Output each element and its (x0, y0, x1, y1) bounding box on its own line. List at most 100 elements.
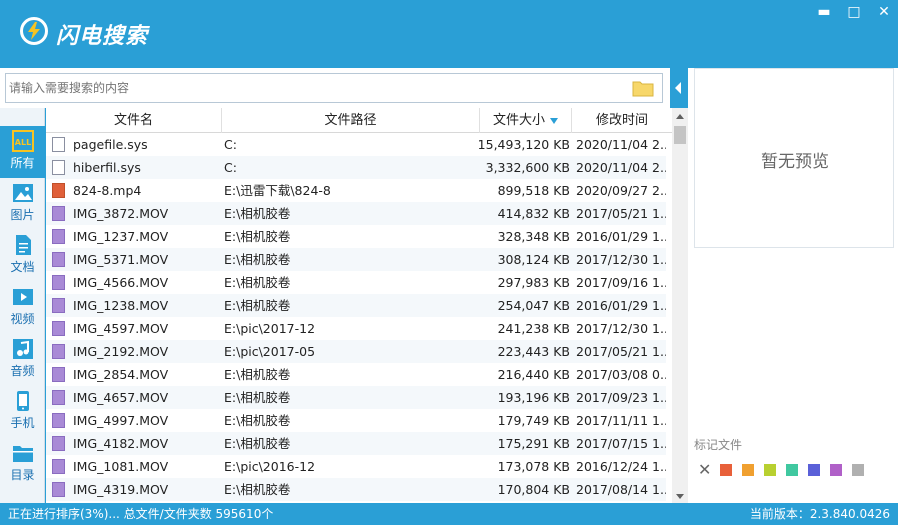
sort-descending-icon (550, 117, 558, 124)
sidebar-item-images[interactable]: 图片 (0, 178, 45, 230)
file-path-cell: E:\pic\2017-05 (224, 344, 316, 359)
file-name-cell: 824-8.mp4 (73, 183, 142, 198)
mov-file-icon (52, 321, 65, 336)
file-path-cell: C: (224, 160, 237, 175)
file-date-cell: 2017/11/11 1... (576, 413, 666, 428)
mov-file-icon (52, 390, 65, 405)
table-row[interactable]: pagefile.sys C: 15,493,120 KB 2020/11/04 2.… (46, 133, 666, 156)
window-controls: ▬ □ ✕ (816, 4, 892, 20)
file-date-cell: 2017/03/08 0... (576, 367, 666, 382)
column-header-size[interactable]: 文件大小 (480, 108, 572, 133)
file-size-cell: 297,983 KB (497, 275, 570, 290)
file-size-cell: 223,443 KB (497, 344, 570, 359)
sidebar-item-audio[interactable]: 音频 (0, 334, 45, 386)
close-button[interactable]: ✕ (876, 4, 892, 20)
file-date-cell: 2017/12/30 1... (576, 321, 666, 336)
mov-file-icon (52, 459, 65, 474)
sidebar-label: 图片 (10, 208, 35, 222)
mov-file-icon (52, 413, 65, 428)
file-name-cell: IMG_5371.MOV (73, 252, 169, 267)
clear-mark-icon[interactable]: ✕ (698, 462, 711, 478)
search-bar (0, 68, 670, 108)
mark-color-swatch[interactable] (720, 464, 732, 476)
sidebar-item-documents[interactable]: 文档 (0, 230, 45, 282)
scroll-thumb[interactable] (674, 126, 686, 144)
mark-color-swatch[interactable] (742, 464, 754, 476)
file-size-cell: 216,440 KB (497, 367, 570, 382)
file-path-cell: E:\相机胶卷 (224, 252, 291, 267)
sidebar-item-directory[interactable]: 目录 (0, 438, 45, 490)
mov-file-icon (52, 229, 65, 244)
all-icon: ALL (11, 130, 34, 152)
mark-files-label: 标记文件 (694, 438, 743, 452)
mark-color-swatch[interactable] (786, 464, 798, 476)
phone-icon (16, 391, 29, 411)
file-name-cell: IMG_2854.MOV (73, 367, 169, 382)
table-row[interactable]: IMG_1238.MOV E:\相机胶卷 254,047 KB 2016/01/29 … (46, 294, 666, 317)
scroll-down-icon[interactable] (676, 494, 684, 499)
minimize-button[interactable]: ▬ (816, 4, 832, 20)
sidebar-item-phone[interactable]: 手机 (0, 386, 45, 438)
table-row[interactable]: IMG_3872.MOV E:\相机胶卷 414,832 KB 2017/05/21 … (46, 202, 666, 225)
file-size-cell: 15,493,120 KB (477, 137, 570, 152)
file-list: 文件名 文件路径 文件大小 修改时间 pagefile.sys C: 15,493,… (46, 108, 672, 503)
sidebar-label: 所有 (10, 156, 35, 170)
file-size-cell: 3,332,600 KB (485, 160, 570, 175)
table-row[interactable]: IMG_4657.MOV E:\相机胶卷 193,196 KB 2017/09/23 … (46, 386, 666, 409)
file-name-cell: IMG_4657.MOV (73, 390, 169, 405)
list-scrollbar[interactable] (672, 108, 688, 503)
search-box (5, 73, 663, 103)
restore-button[interactable]: □ (846, 4, 862, 20)
svg-text:ALL: ALL (14, 138, 30, 147)
table-row[interactable]: IMG_5371.MOV E:\相机胶卷 308,124 KB 2017/12/30 … (46, 248, 666, 271)
file-date-cell: 2020/09/27 2... (576, 183, 666, 198)
mov-file-icon (52, 252, 65, 267)
title-bar: 闪电搜索 ▬ □ ✕ (0, 0, 898, 68)
browse-folder-icon[interactable] (632, 80, 654, 97)
collapse-preview-button[interactable] (670, 71, 688, 105)
scroll-up-icon[interactable] (676, 114, 684, 119)
table-row[interactable]: IMG_2192.MOV E:\pic\2017-05 223,443 KB 2017… (46, 340, 666, 363)
sidebar-label: 音频 (10, 364, 35, 378)
mark-color-swatch[interactable] (764, 464, 776, 476)
file-size-cell: 254,047 KB (497, 298, 570, 313)
sidebar-label: 目录 (10, 468, 35, 482)
table-row[interactable]: IMG_4566.MOV E:\相机胶卷 297,983 KB 2017/09/16 … (46, 271, 666, 294)
table-row[interactable]: 824-8.mp4 E:\迅雷下载\824-8 899,518 KB 2020/09/… (46, 179, 666, 202)
document-icon (15, 235, 31, 255)
sidebar-label: 手机 (10, 416, 35, 430)
table-row[interactable]: hiberfil.sys C: 3,332,600 KB 2020/11/04 2..… (46, 156, 666, 179)
file-size-cell: 328,348 KB (497, 229, 570, 244)
column-header-name[interactable]: 文件名 (46, 108, 222, 133)
table-row[interactable]: IMG_1237.MOV E:\相机胶卷 328,348 KB 2016/01/29 … (46, 225, 666, 248)
file-size-cell: 173,078 KB (497, 459, 570, 474)
lightning-logo-icon (20, 17, 48, 45)
mark-color-swatch[interactable] (830, 464, 842, 476)
table-row[interactable]: IMG_4997.MOV E:\相机胶卷 179,749 KB 2017/11/11 … (46, 409, 666, 432)
mov-file-icon (52, 436, 65, 451)
file-date-cell: 2017/05/21 1... (576, 344, 666, 359)
file-path-cell: E:\相机胶卷 (224, 482, 291, 497)
search-input[interactable] (9, 79, 619, 97)
file-name-cell: IMG_2192.MOV (73, 344, 169, 359)
file-path-cell: E:\相机胶卷 (224, 275, 291, 290)
file-path-cell: E:\相机胶卷 (224, 390, 291, 405)
file-date-cell: 2017/07/15 1... (576, 436, 666, 451)
table-row[interactable]: IMG_4182.MOV E:\相机胶卷 175,291 KB 2017/07/15 … (46, 432, 666, 455)
table-row[interactable]: IMG_1081.MOV E:\pic\2016-12 173,078 KB 2016… (46, 455, 666, 478)
mark-color-swatch[interactable] (808, 464, 820, 476)
sidebar-item-all[interactable]: ALL 所有 (0, 126, 45, 178)
table-row[interactable]: IMG_4597.MOV E:\pic\2017-12 241,238 KB 2017… (46, 317, 666, 340)
file-path-cell: E:\迅雷下载\824-8 (224, 183, 331, 198)
column-header-date[interactable]: 修改时间 (572, 108, 672, 133)
file-name-cell: IMG_4182.MOV (73, 436, 169, 451)
file-name-cell: IMG_4997.MOV (73, 413, 169, 428)
video-icon (12, 289, 33, 305)
table-row[interactable]: IMG_4319.MOV E:\相机胶卷 170,804 KB 2017/08/14 … (46, 478, 666, 501)
sidebar-item-video[interactable]: 视频 (0, 282, 45, 334)
file-date-cell: 2017/08/14 1... (576, 482, 666, 497)
mark-color-swatch[interactable] (852, 464, 864, 476)
table-row[interactable]: IMG_2854.MOV E:\相机胶卷 216,440 KB 2017/03/08 … (46, 363, 666, 386)
file-size-cell: 414,832 KB (497, 206, 570, 221)
column-header-path[interactable]: 文件路径 (222, 108, 480, 133)
